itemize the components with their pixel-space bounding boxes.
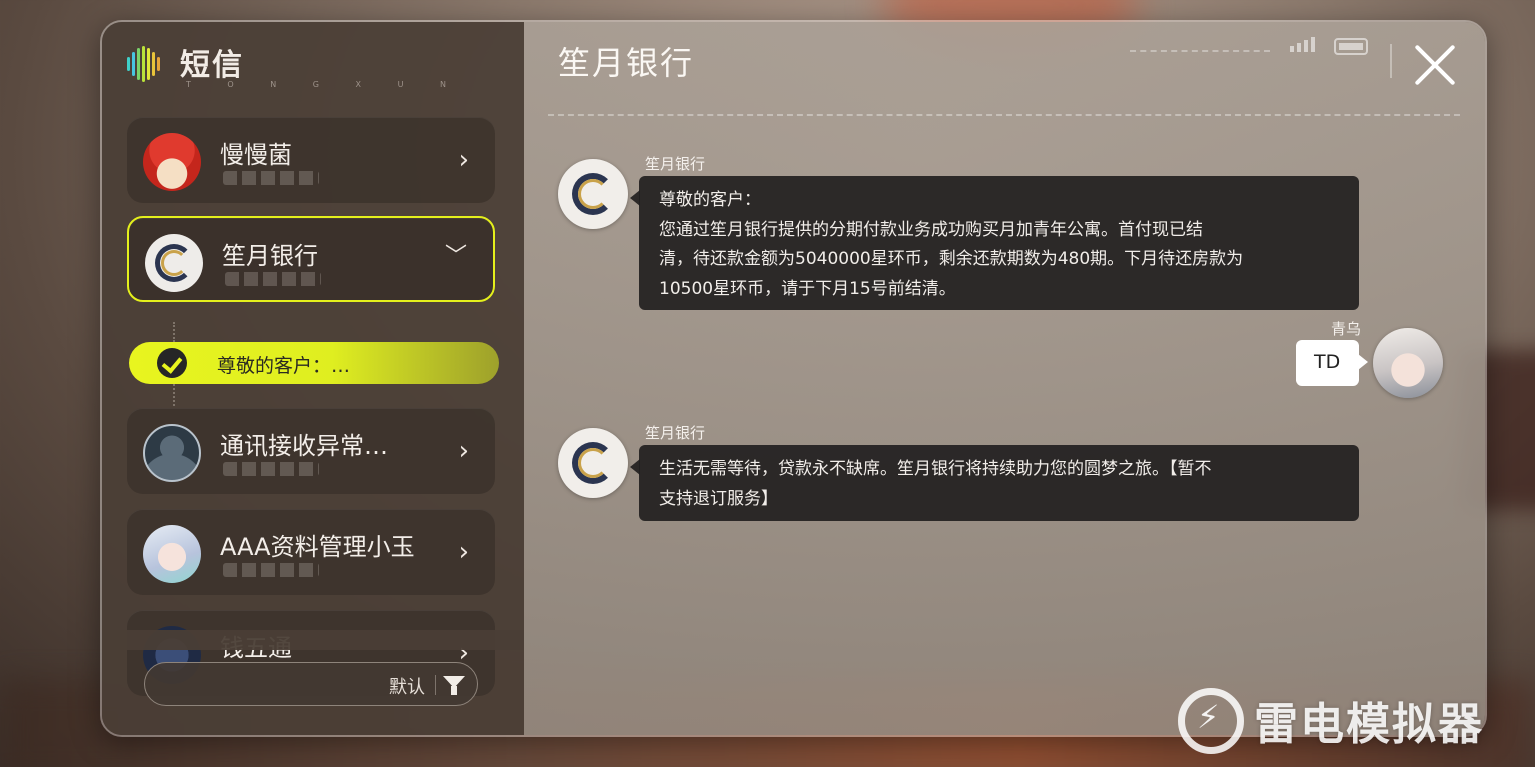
chat-title: 笙月银行 — [558, 44, 695, 82]
message-sender: 青乌 — [1331, 320, 1362, 338]
bank-logo-ring — [578, 179, 608, 209]
watermark-text: 雷电模拟器 — [1254, 699, 1484, 750]
message-bubble: TD — [1296, 340, 1368, 386]
message-line: 清，待还款金额为5040000星环币，剩余还款期数为480期。下月待还房款为 — [659, 249, 1244, 269]
divider — [1390, 44, 1392, 78]
filter-label: 默认 — [389, 677, 425, 698]
avatar — [143, 424, 201, 482]
message-bubble: 尊敬的客户： 您通过笙月银行提供的分期付款业务成功购买月加青年公寓。首付现已结 … — [630, 176, 1359, 310]
contact-item-xiaoyu[interactable]: AAA资料管理小玉 › — [127, 509, 495, 595]
message-line: 10500星环币，请于下月15号前结清。 — [659, 278, 956, 299]
app-title: 短信 — [180, 48, 244, 83]
chevron-right-icon: › — [458, 537, 469, 567]
chevron-down-icon: ﹀ — [444, 244, 467, 269]
message-sender: 笙月银行 — [645, 424, 706, 442]
bank-logo-ring — [578, 448, 608, 478]
chat-panel: 笙月银行 笙月银行 尊敬的客户： 您通过笙月银行提供的分期付款业务成功购买月加青… — [524, 22, 1485, 735]
thread-preview-item[interactable]: 尊敬的客户：… — [129, 342, 499, 384]
contact-sidebar: 短信 T O N G X U N 慢慢菌 › 笙月银行 ﹀ 尊敬的客户：… 通讯… — [102, 22, 524, 735]
thread-connector — [173, 322, 175, 342]
message-line: 支持退订服务】 — [659, 488, 778, 509]
chevron-right-icon: › — [458, 436, 469, 466]
battery-icon — [1334, 38, 1368, 55]
sms-window: 短信 T O N G X U N 慢慢菌 › 笙月银行 ﹀ 尊敬的客户：… 通讯… — [100, 20, 1487, 737]
divider — [435, 675, 436, 695]
message-line: 您通过笙月银行提供的分期付款业务成功购买月加青年公寓。首付现已结 — [659, 219, 1203, 240]
list-bottom-mask — [102, 630, 524, 650]
sort-filter-button[interactable]: 默认 — [144, 662, 478, 706]
contact-item-comm-error[interactable]: 通讯接收异常… › — [127, 408, 495, 494]
header-decoration — [1130, 50, 1270, 52]
watermark-logo-icon — [1178, 688, 1244, 754]
contact-name: 慢慢菌 — [220, 141, 292, 169]
signal-icon — [1290, 37, 1315, 52]
message-line: 尊敬的客户： — [659, 190, 761, 210]
contact-item-manmanjun[interactable]: 慢慢菌 › — [127, 117, 495, 203]
contact-name: AAA资料管理小玉 — [220, 533, 415, 561]
app-logo-icon — [127, 46, 167, 82]
avatar — [143, 525, 201, 583]
message-bubble: 生活无需等待，贷款永不缺席。笙月银行将持续助力您的圆梦之旅。【暂不 支持退订服务… — [630, 445, 1359, 521]
sender-avatar — [558, 428, 628, 498]
contact-status-deco — [223, 563, 319, 577]
thread-connector — [173, 384, 175, 406]
contact-item-bank[interactable]: 笙月银行 ﹀ — [127, 216, 495, 302]
app-subtitle: T O N G X U N — [186, 80, 463, 89]
contact-name: 笙月银行 — [222, 242, 318, 270]
message-line: 生活无需等待，贷款永不缺席。笙月银行将持续助力您的圆梦之旅。【暂不 — [659, 459, 1212, 479]
contact-name: 通讯接收异常… — [220, 432, 388, 460]
filter-icon — [443, 676, 465, 695]
avatar — [145, 234, 203, 292]
message-line: TD — [1314, 351, 1341, 373]
contact-status-deco — [225, 272, 321, 286]
message-sender: 笙月银行 — [645, 155, 706, 173]
contact-status-deco — [223, 462, 319, 476]
avatar — [143, 133, 201, 191]
chevron-right-icon: › — [458, 145, 469, 175]
header-divider — [548, 114, 1460, 116]
close-icon[interactable] — [1412, 42, 1458, 88]
thread-preview-text: 尊敬的客户：… — [217, 355, 351, 377]
contact-status-deco — [223, 171, 319, 185]
user-avatar — [1373, 328, 1443, 398]
check-icon — [157, 348, 187, 378]
sender-avatar — [558, 159, 628, 229]
